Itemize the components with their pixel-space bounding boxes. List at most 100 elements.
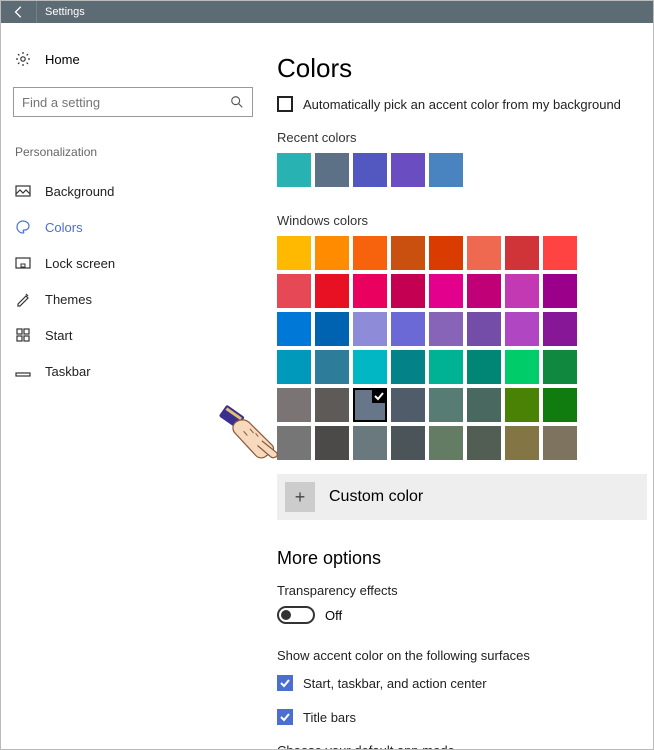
transparency-label: Transparency effects — [277, 583, 641, 598]
windows-color-swatch[interactable] — [543, 350, 577, 384]
windows-color-swatch[interactable] — [467, 350, 501, 384]
checkmark-icon — [279, 711, 291, 723]
windows-color-swatch[interactable] — [429, 388, 463, 422]
windows-color-swatch[interactable] — [543, 236, 577, 270]
palette-icon — [15, 219, 31, 235]
windows-color-swatch[interactable] — [277, 312, 311, 346]
more-options-title: More options — [277, 548, 641, 569]
sidebar-item-label: Themes — [45, 292, 92, 307]
recent-color-swatch[interactable] — [277, 153, 311, 187]
auto-pick-checkbox[interactable] — [277, 96, 293, 112]
section-label: Personalization — [13, 145, 253, 159]
windows-color-swatch[interactable] — [429, 312, 463, 346]
windows-color-swatch[interactable] — [429, 236, 463, 270]
picture-icon — [15, 183, 31, 199]
windows-color-swatch[interactable] — [467, 388, 501, 422]
windows-color-swatch[interactable] — [543, 388, 577, 422]
surfaces-label: Show accent color on the following surfa… — [277, 648, 641, 663]
surface1-row[interactable]: Start, taskbar, and action center — [277, 675, 641, 691]
arrow-left-icon — [12, 5, 26, 19]
windows-color-swatch[interactable] — [391, 350, 425, 384]
windows-color-swatch[interactable] — [505, 312, 539, 346]
recent-color-swatch[interactable] — [315, 153, 349, 187]
windows-colors-label: Windows colors — [277, 213, 641, 228]
windows-color-swatch[interactable] — [391, 388, 425, 422]
custom-color-button[interactable]: + Custom color — [277, 474, 647, 520]
titlebar: Settings — [1, 1, 653, 23]
windows-color-swatch[interactable] — [315, 350, 349, 384]
checkmark-icon — [373, 390, 385, 402]
windows-color-swatch[interactable] — [391, 312, 425, 346]
recent-color-swatch[interactable] — [353, 153, 387, 187]
app-title: Settings — [37, 6, 85, 18]
windows-color-swatch[interactable] — [543, 274, 577, 308]
windows-color-swatch[interactable] — [277, 274, 311, 308]
windows-color-swatch[interactable] — [505, 274, 539, 308]
windows-color-swatch[interactable] — [543, 312, 577, 346]
themes-icon — [15, 291, 31, 307]
sidebar-item-taskbar[interactable]: Taskbar — [13, 353, 253, 389]
sidebar-item-label: Colors — [45, 220, 83, 235]
page-title: Colors — [277, 53, 641, 84]
surface2-checkbox[interactable] — [277, 709, 293, 725]
windows-color-swatch[interactable] — [353, 388, 387, 422]
sidebar-item-label: Background — [45, 184, 114, 199]
windows-color-swatch[interactable] — [467, 312, 501, 346]
app-mode-label: Choose your default app mode — [277, 743, 641, 749]
windows-color-swatch[interactable] — [429, 274, 463, 308]
windows-color-swatch[interactable] — [277, 236, 311, 270]
windows-color-swatch[interactable] — [391, 426, 425, 460]
windows-color-swatch[interactable] — [429, 426, 463, 460]
sidebar-item-label: Lock screen — [45, 256, 115, 271]
windows-color-swatch[interactable] — [315, 274, 349, 308]
sidebar-item-themes[interactable]: Themes — [13, 281, 253, 317]
search-icon — [230, 95, 244, 109]
windows-color-swatch[interactable] — [315, 426, 349, 460]
windows-color-swatch[interactable] — [505, 236, 539, 270]
sidebar-item-label: Start — [45, 328, 72, 343]
recent-color-swatch[interactable] — [429, 153, 463, 187]
windows-color-swatch[interactable] — [391, 236, 425, 270]
checkmark-icon — [279, 677, 291, 689]
windows-color-swatch[interactable] — [353, 274, 387, 308]
transparency-toggle[interactable] — [277, 606, 315, 624]
surface1-checkbox[interactable] — [277, 675, 293, 691]
windows-colors-grid — [277, 236, 585, 460]
auto-pick-row[interactable]: Automatically pick an accent color from … — [277, 96, 641, 112]
recent-colors-label: Recent colors — [277, 130, 641, 145]
sidebar-item-label: Taskbar — [45, 364, 91, 379]
surface1-label: Start, taskbar, and action center — [303, 676, 487, 691]
windows-color-swatch[interactable] — [467, 274, 501, 308]
windows-color-swatch[interactable] — [315, 236, 349, 270]
windows-color-swatch[interactable] — [315, 312, 349, 346]
recent-color-swatch[interactable] — [391, 153, 425, 187]
windows-color-swatch[interactable] — [277, 388, 311, 422]
windows-color-swatch[interactable] — [277, 350, 311, 384]
back-button[interactable] — [1, 1, 37, 23]
windows-color-swatch[interactable] — [277, 426, 311, 460]
windows-color-swatch[interactable] — [353, 236, 387, 270]
windows-color-swatch[interactable] — [429, 350, 463, 384]
windows-color-swatch[interactable] — [505, 426, 539, 460]
home-button[interactable]: Home — [13, 47, 253, 71]
windows-color-swatch[interactable] — [467, 426, 501, 460]
main-panel: Colors Automatically pick an accent colo… — [265, 23, 653, 749]
windows-color-swatch[interactable] — [353, 426, 387, 460]
sidebar-item-lockscreen[interactable]: Lock screen — [13, 245, 253, 281]
surface2-row[interactable]: Title bars — [277, 709, 641, 725]
windows-color-swatch[interactable] — [353, 312, 387, 346]
windows-color-swatch[interactable] — [315, 388, 349, 422]
windows-color-swatch[interactable] — [505, 350, 539, 384]
sidebar-item-start[interactable]: Start — [13, 317, 253, 353]
search-field[interactable] — [22, 95, 230, 110]
search-input[interactable] — [13, 87, 253, 117]
windows-color-swatch[interactable] — [467, 236, 501, 270]
windows-color-swatch[interactable] — [505, 388, 539, 422]
windows-color-swatch[interactable] — [353, 350, 387, 384]
plus-icon: + — [285, 482, 315, 512]
windows-color-swatch[interactable] — [543, 426, 577, 460]
home-label: Home — [45, 52, 80, 67]
sidebar-item-background[interactable]: Background — [13, 173, 253, 209]
windows-color-swatch[interactable] — [391, 274, 425, 308]
sidebar-item-colors[interactable]: Colors — [13, 209, 253, 245]
